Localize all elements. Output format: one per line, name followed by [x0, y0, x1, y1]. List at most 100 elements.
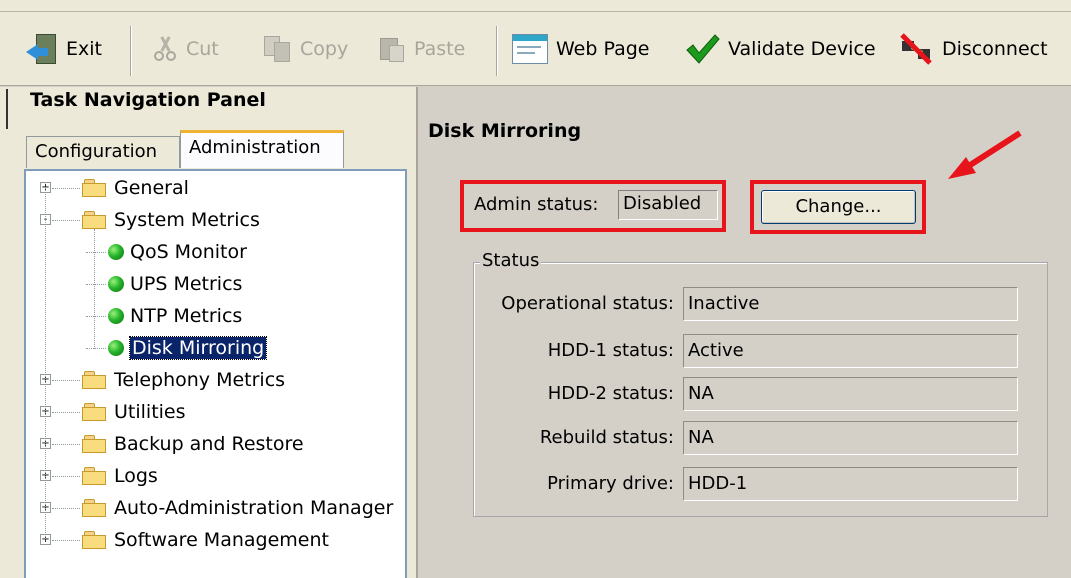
tree-folder-item[interactable]: + Software Management — [40, 525, 329, 555]
tree-folder-item[interactable]: + General — [40, 173, 189, 203]
toolbar-separator — [130, 26, 132, 76]
status-label: HDD-1 status: — [547, 340, 674, 361]
folder-icon — [82, 467, 108, 485]
tab-configuration[interactable]: Configuration — [26, 136, 180, 168]
tree-item-label: Disk Mirroring — [128, 336, 268, 360]
change-button[interactable]: Change... — [761, 190, 916, 224]
cut-button[interactable]: Cut — [152, 26, 219, 72]
panel-title: Task Navigation Panel — [30, 89, 266, 111]
tree-connector — [52, 540, 80, 541]
admin-status-highlight: Admin status: Disabled — [460, 180, 726, 232]
status-value: NA — [683, 421, 1018, 455]
tree-item-label: UPS Metrics — [130, 273, 243, 295]
tree-connector — [86, 284, 106, 285]
tree-item-label: Backup and Restore — [114, 433, 304, 455]
disconnect-label: Disconnect — [942, 38, 1048, 60]
status-row-hdd2: HDD-2 status: NA — [420, 377, 1020, 411]
toolbar-separator — [496, 26, 498, 76]
tree-folder-item[interactable]: - System Metrics — [40, 205, 260, 235]
tree-connector — [52, 412, 80, 413]
tree-folder-item[interactable]: + Auto-Administration Manager — [40, 493, 394, 523]
tree-leaf-item[interactable]: Disk Mirroring — [86, 333, 268, 363]
toolbar: Exit Cut Copy Paste Web Page Validate De… — [0, 12, 1071, 86]
tree-leaf-item[interactable]: QoS Monitor — [86, 237, 247, 267]
tree-leaf-item[interactable]: UPS Metrics — [86, 269, 243, 299]
tree-item-label: QoS Monitor — [130, 241, 247, 263]
exit-label: Exit — [66, 38, 102, 60]
paste-icon — [378, 35, 406, 63]
page-title: Disk Mirroring — [428, 120, 582, 142]
status-row-primary-drive: Primary drive: HDD-1 — [420, 467, 1020, 501]
status-label: Rebuild status: — [539, 427, 674, 448]
admin-status-label: Admin status: — [474, 194, 599, 215]
status-ok-icon — [108, 308, 124, 324]
content-panel: Disk Mirroring Admin status: Disabled Ch… — [420, 87, 1071, 578]
paste-button[interactable]: Paste — [378, 26, 465, 72]
tree-connector — [86, 348, 106, 349]
change-button-highlight: Change... — [750, 180, 926, 234]
exit-icon — [26, 33, 58, 65]
web-page-icon — [512, 34, 548, 64]
folder-icon — [82, 211, 108, 229]
panel-resize-grip[interactable] — [6, 89, 10, 129]
tree-connector — [86, 252, 106, 253]
tree-folder-item[interactable]: + Utilities — [40, 397, 186, 427]
folder-icon — [82, 403, 108, 421]
folder-icon — [82, 371, 108, 389]
tree-item-label: General — [114, 177, 189, 199]
exit-button[interactable]: Exit — [26, 26, 102, 72]
status-ok-icon — [108, 276, 124, 292]
status-value: Inactive — [683, 287, 1018, 321]
status-label: Operational status: — [501, 293, 674, 314]
status-value: NA — [683, 377, 1018, 411]
tree-connector — [52, 508, 80, 509]
validate-device-button[interactable]: Validate Device — [684, 26, 876, 72]
tree-folder-item[interactable]: + Logs — [40, 461, 158, 491]
admin-status-value: Disabled — [618, 190, 718, 220]
web-page-label: Web Page — [556, 38, 650, 60]
status-row-operational: Operational status: Inactive — [420, 287, 1020, 321]
tree-connector — [52, 444, 80, 445]
paste-label: Paste — [414, 38, 466, 60]
status-value: HDD-1 — [683, 467, 1018, 501]
folder-icon — [82, 179, 108, 197]
status-ok-icon — [108, 244, 124, 260]
folder-icon — [82, 435, 108, 453]
tab-administration[interactable]: Administration — [180, 130, 344, 168]
cut-label: Cut — [186, 38, 219, 60]
disconnect-icon — [898, 31, 934, 67]
tree-item-label: Software Management — [114, 529, 329, 551]
tree-leaf-item[interactable]: NTP Metrics — [86, 301, 243, 331]
tree-item-label: Telephony Metrics — [114, 369, 286, 391]
red-arrow-annotation — [948, 130, 1022, 179]
copy-label: Copy — [300, 38, 349, 60]
tree-folder-item[interactable]: + Telephony Metrics — [40, 365, 286, 395]
tree-connector — [86, 316, 106, 317]
web-page-button[interactable]: Web Page — [512, 26, 649, 72]
tree-connector — [52, 188, 80, 189]
status-row-hdd1: HDD-1 status: Active — [420, 334, 1020, 368]
validate-device-label: Validate Device — [728, 38, 876, 60]
tree-item-label: System Metrics — [114, 209, 260, 231]
copy-button[interactable]: Copy — [264, 26, 348, 72]
tree-item-label: NTP Metrics — [130, 305, 243, 327]
tree-folder-item[interactable]: + Backup and Restore — [40, 429, 304, 459]
tree-connector — [52, 220, 80, 221]
tree-connector — [45, 187, 46, 539]
status-group-label: Status — [480, 250, 542, 271]
task-navigation-panel: Task Navigation Panel Configuration Admi… — [0, 87, 418, 578]
status-label: Primary drive: — [547, 473, 674, 494]
status-label: HDD-2 status: — [547, 383, 674, 404]
tree-item-label: Logs — [114, 465, 158, 487]
folder-icon — [82, 499, 108, 517]
tree-item-label: Auto-Administration Manager — [114, 497, 394, 519]
tree-connector — [52, 380, 80, 381]
navigation-tree: + General - System Metrics QoS Monitor UPS Me… — [24, 169, 407, 578]
disconnect-button[interactable]: Disconnect — [898, 26, 1048, 72]
tree-connector — [52, 476, 80, 477]
status-ok-icon — [108, 340, 124, 356]
status-value: Active — [683, 334, 1018, 368]
folder-icon — [82, 531, 108, 549]
status-row-rebuild: Rebuild status: NA — [420, 421, 1020, 455]
tree-connector — [94, 229, 95, 349]
